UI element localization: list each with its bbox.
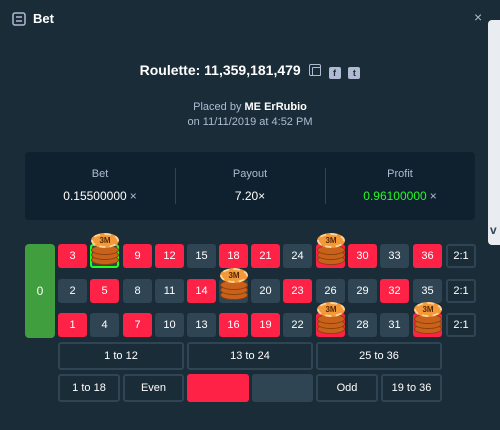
facebook-icon[interactable]: f	[328, 67, 341, 79]
number-cell-12[interactable]: 12	[155, 244, 184, 268]
number-cell-29[interactable]: 29	[348, 279, 377, 303]
bet-chip: 3M	[413, 302, 443, 336]
currency-icon: ×	[129, 189, 137, 203]
red-bet-button[interactable]	[187, 374, 249, 402]
number-cell-11[interactable]: 11	[155, 279, 184, 303]
number-cell-8[interactable]: 8	[123, 279, 152, 303]
column-bet-2to1[interactable]: 2:1	[446, 279, 476, 303]
bet-stats-panel: Bet 0.15500000 × Payout 7.20× Profit 0.96…	[25, 152, 475, 220]
chevron-down-icon[interactable]: v	[490, 223, 497, 237]
number-cell-36[interactable]: 36	[413, 244, 442, 268]
dozen-bet-1[interactable]: 1 to 12	[58, 342, 184, 370]
stat-bet: Bet 0.15500000 ×	[25, 152, 175, 220]
chip-label: 3M	[414, 302, 442, 317]
number-cell-21[interactable]: 21	[251, 244, 280, 268]
stat-bet-label: Bet	[91, 168, 109, 180]
number-cell-26[interactable]: 26	[316, 279, 345, 303]
number-cell-19[interactable]: 19	[251, 313, 280, 337]
high-bet-button[interactable]: 19 to 36	[381, 374, 442, 402]
number-cell-16[interactable]: 16	[219, 313, 248, 337]
game-title: Roulette: 11,359,181,479	[139, 62, 301, 78]
black-bet-button[interactable]	[252, 374, 313, 402]
even-bet-button[interactable]: Even	[123, 374, 184, 402]
number-cell-15[interactable]: 15	[187, 244, 216, 268]
number-cell-4[interactable]: 4	[90, 313, 119, 337]
bet-chip: 3M	[316, 233, 346, 267]
stat-profit-value: 0.96100000	[363, 189, 427, 203]
number-cell-35[interactable]: 35	[413, 279, 442, 303]
chip-label: 3M	[317, 233, 345, 248]
stat-payout-value: 7.20×	[234, 189, 266, 203]
placed-date: on 11/11/2019 at 4:52 PM	[187, 116, 313, 128]
side-panel-edge	[488, 20, 500, 245]
odd-bet-button[interactable]: Odd	[316, 374, 378, 402]
number-cell-23[interactable]: 23	[283, 279, 312, 303]
stat-payout: Payout 7.20×	[175, 152, 325, 220]
dozen-bet-2[interactable]: 13 to 24	[187, 342, 313, 370]
chip-label: 3M	[317, 302, 345, 317]
number-cell-28[interactable]: 28	[348, 313, 377, 337]
number-cell-2[interactable]: 2	[58, 279, 87, 303]
stat-bet-value: 0.15500000	[63, 189, 127, 203]
number-cell-30[interactable]: 30	[348, 244, 377, 268]
number-cell-22[interactable]: 22	[283, 313, 312, 337]
number-cell-32[interactable]: 32	[380, 279, 409, 303]
column-bet-2to1[interactable]: 2:1	[446, 244, 476, 268]
chip-label: 3M	[220, 268, 248, 283]
placed-prefix: Placed by	[193, 101, 242, 113]
number-cell-14[interactable]: 14	[187, 279, 216, 303]
number-cell-31[interactable]: 31	[380, 313, 409, 337]
number-cell-5[interactable]: 5	[90, 279, 119, 303]
twitter-icon[interactable]: t	[348, 67, 361, 79]
currency-icon: ×	[429, 189, 437, 203]
placed-info: Placed by ME ErRubio on 11/11/2019 at 4:…	[0, 100, 500, 130]
dozen-bet-3[interactable]: 25 to 36	[316, 342, 442, 370]
bet-slip-icon	[12, 12, 26, 26]
placed-user[interactable]: ME ErRubio	[245, 101, 307, 113]
number-cell-0[interactable]: 0	[25, 244, 55, 338]
stat-profit: Profit 0.96100000 ×	[325, 152, 475, 220]
bet-chip: 3M	[316, 302, 346, 336]
number-cell-1[interactable]: 1	[58, 313, 87, 337]
number-cell-10[interactable]: 10	[155, 313, 184, 337]
game-title-row: Roulette: 11,359,181,479 f t	[0, 62, 500, 79]
chip-label: 3M	[91, 233, 119, 248]
bet-chip: 3M	[219, 268, 249, 302]
number-cell-3[interactable]: 3	[58, 244, 87, 268]
stat-profit-label: Profit	[387, 168, 413, 180]
number-cell-33[interactable]: 33	[380, 244, 409, 268]
copy-icon[interactable]	[308, 64, 321, 76]
column-bet-2to1[interactable]: 2:1	[446, 313, 476, 337]
stat-payout-label: Payout	[232, 168, 268, 180]
low-bet-button[interactable]: 1 to 18	[58, 374, 120, 402]
bet-chip: 3M	[90, 233, 120, 267]
modal-title: Bet	[33, 11, 54, 26]
modal-header: Bet ×	[0, 0, 500, 40]
number-cell-7[interactable]: 7	[123, 313, 152, 337]
number-cell-20[interactable]: 20	[251, 279, 280, 303]
number-cell-24[interactable]: 24	[283, 244, 312, 268]
number-cell-13[interactable]: 13	[187, 313, 216, 337]
number-cell-9[interactable]: 9	[123, 244, 152, 268]
number-cell-18[interactable]: 18	[219, 244, 248, 268]
close-icon[interactable]: ×	[474, 9, 482, 25]
